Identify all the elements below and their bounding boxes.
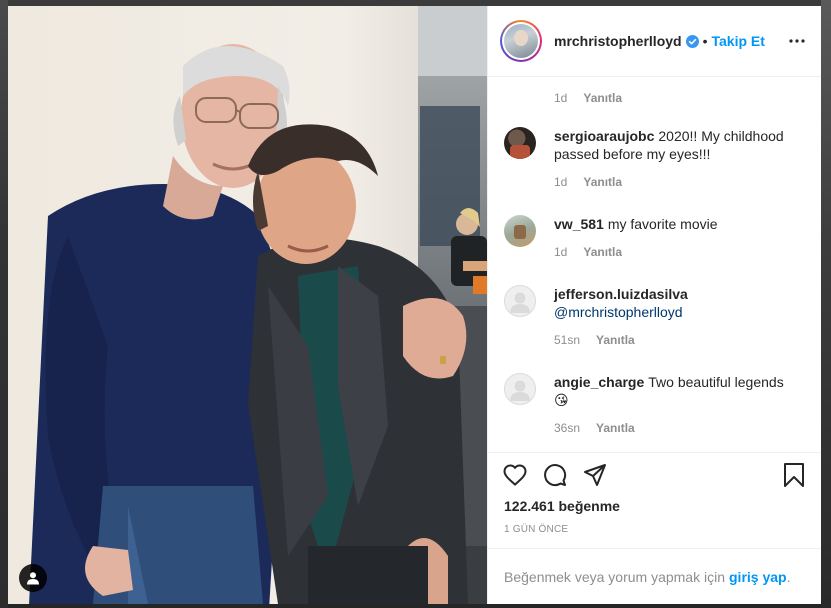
comment-time[interactable]: 1d <box>554 245 567 259</box>
login-prompt-text: Beğenmek veya yorum yapmak için <box>504 568 725 585</box>
comment-time[interactable]: 1d <box>554 91 567 105</box>
tagged-users-button[interactable] <box>19 564 47 592</box>
comment-username[interactable]: angie_charge <box>554 374 644 390</box>
reply-button[interactable]: Yanıtla <box>596 333 635 347</box>
reply-button[interactable]: Yanıtla <box>583 175 622 189</box>
comment-time[interactable]: 51sn <box>554 333 580 347</box>
comment-text: Two beautiful legends <box>648 374 784 390</box>
default-avatar-icon[interactable] <box>504 285 536 317</box>
user-icon <box>27 572 39 585</box>
list-item: sergioaraujobc 2020!! My childhood passed… <box>504 127 805 215</box>
commenter-avatar[interactable] <box>504 127 536 159</box>
post-modal: mrchristopherlloyd • Takip Et 1d Yanıtla… <box>8 6 821 604</box>
author-username[interactable]: mrchristopherlloyd <box>554 33 682 49</box>
login-link[interactable]: giriş yap <box>729 569 787 585</box>
post-side-panel: mrchristopherlloyd • Takip Et 1d Yanıtla… <box>487 6 821 604</box>
comment-username[interactable]: jefferson.luizdasilva <box>554 286 688 302</box>
comment-username[interactable]: vw_581 <box>554 216 604 232</box>
list-item: jefferson.luizdasilva @mrchristopherlloy… <box>504 285 805 373</box>
post-timestamp[interactable]: 1 GÜN ÖNCE <box>488 518 821 548</box>
login-prompt: Beğenmek veya yorum yapmak için giriş ya… <box>488 548 821 604</box>
reply-button[interactable]: Yanıtla <box>596 421 635 435</box>
kiss-emoji: 😘 <box>554 392 569 408</box>
list-item: 1d Yanıtla <box>504 77 805 127</box>
more-options-button[interactable] <box>789 39 805 43</box>
post-header: mrchristopherlloyd • Takip Et <box>488 6 821 77</box>
comment-button[interactable] <box>542 462 568 488</box>
author-avatar[interactable] <box>500 20 542 62</box>
reply-button[interactable]: Yanıtla <box>583 91 622 105</box>
verified-badge-icon <box>685 34 699 48</box>
reply-button[interactable]: Yanıtla <box>583 245 622 259</box>
list-item: angie_charge Two beautiful legends 😘 36sn… <box>504 373 805 452</box>
like-count[interactable]: 122.461 beğenme <box>488 496 821 518</box>
follow-button[interactable]: Takip Et <box>712 33 765 49</box>
commenter-avatar[interactable] <box>504 215 536 247</box>
comment-username[interactable]: sergioaraujobc <box>554 128 654 144</box>
send-icon <box>584 463 606 486</box>
comment-mention-link[interactable]: @mrchristopherlloyd <box>554 304 683 320</box>
comment-list[interactable]: 1d Yanıtla sergioaraujobc 2020!! My child… <box>488 77 821 452</box>
default-avatar-icon[interactable] <box>504 373 536 405</box>
share-button[interactable] <box>582 462 608 488</box>
comment-text: my favorite movie <box>607 216 718 232</box>
comment-time[interactable]: 36sn <box>554 421 580 435</box>
like-button[interactable] <box>502 462 528 488</box>
save-button[interactable] <box>781 462 807 488</box>
post-image <box>8 6 487 604</box>
bookmark-icon <box>784 462 804 487</box>
heart-icon <box>503 464 527 486</box>
post-photo <box>8 6 487 604</box>
comment-icon <box>544 463 567 486</box>
header-separator: • <box>702 33 708 49</box>
more-icon <box>789 39 805 43</box>
comment-time[interactable]: 1d <box>554 175 567 189</box>
post-actions <box>488 452 821 496</box>
login-prompt-suffix: . <box>786 568 791 585</box>
list-item: vw_581 my favorite movie 1d Yanıtla <box>504 215 805 285</box>
